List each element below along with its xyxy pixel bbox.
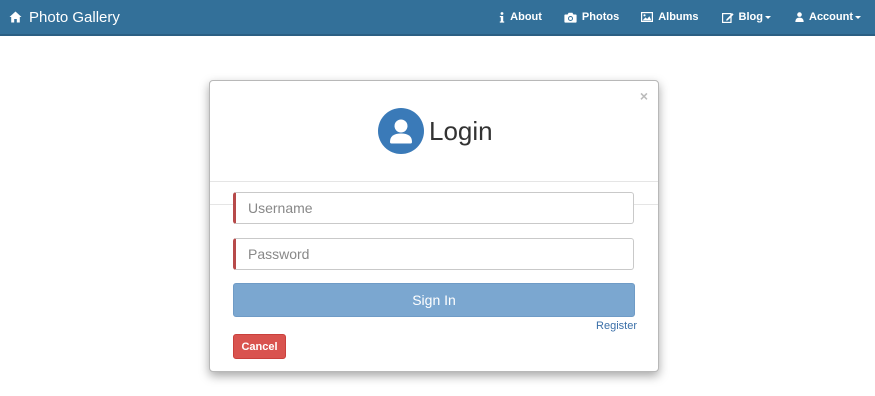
camera-icon: [564, 12, 577, 23]
username-input[interactable]: [233, 192, 634, 224]
edit-icon: [721, 12, 734, 23]
brand-link[interactable]: Photo Gallery: [9, 0, 120, 34]
nav-item-label: About: [510, 11, 542, 23]
cancel-button[interactable]: Cancel: [233, 334, 286, 359]
password-input[interactable]: [233, 238, 634, 270]
home-icon: [9, 11, 22, 23]
nav-item-label: Albums: [658, 11, 699, 23]
nav-item-label: Account: [809, 11, 853, 23]
top-navbar: Photo Gallery About Photos Albums Blog A…: [0, 0, 875, 36]
nav-item-blog[interactable]: Blog: [721, 0, 771, 34]
chevron-down-icon: [765, 16, 771, 19]
nav-links: About Photos Albums Blog Account: [499, 0, 875, 34]
modal-title: Login: [429, 116, 493, 146]
close-icon[interactable]: ×: [640, 89, 648, 103]
user-icon: [795, 12, 804, 22]
nav-item-photos[interactable]: Photos: [564, 0, 619, 34]
user-circle-icon: [378, 108, 424, 154]
nav-item-albums[interactable]: Albums: [641, 0, 699, 34]
nav-item-label: Photos: [581, 11, 620, 23]
nav-item-account[interactable]: Account: [795, 0, 861, 34]
brand-label: Photo Gallery: [29, 8, 120, 26]
sign-in-button[interactable]: Sign In: [233, 283, 635, 317]
chevron-down-icon: [855, 16, 861, 19]
modal-header: Login: [210, 81, 658, 182]
register-link[interactable]: Register: [596, 320, 637, 332]
nav-item-label: Blog: [738, 11, 763, 23]
nav-item-about[interactable]: About: [499, 0, 542, 34]
login-modal: Login × Sign In Register Cancel: [209, 80, 659, 372]
picture-icon: [641, 12, 654, 22]
info-icon: [499, 11, 505, 23]
